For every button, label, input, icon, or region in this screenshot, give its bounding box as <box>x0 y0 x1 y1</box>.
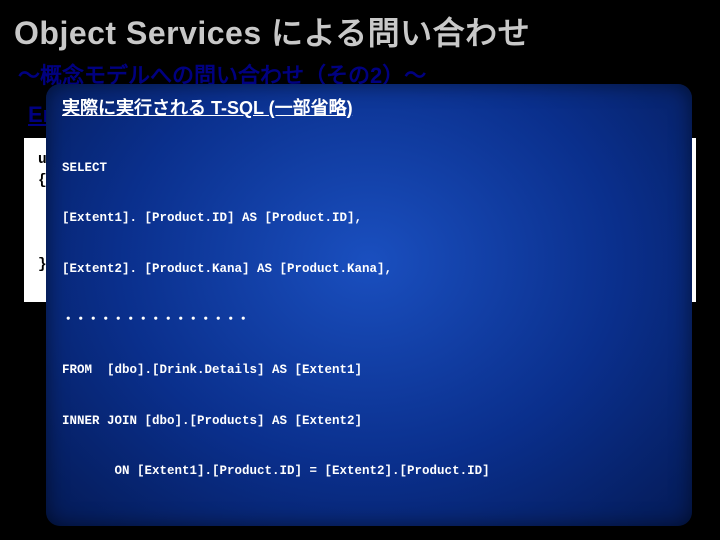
tsql-line: [Extent2]. [Product.Kana] AS [Product.Ka… <box>62 261 676 278</box>
tsql-line: SELECT <box>62 160 676 177</box>
tsql-line: ・・・・・・・・・・・・・・・ <box>62 312 676 329</box>
slide-title: Object Services による問い合わせ <box>0 0 720 54</box>
tsql-panel: 実際に実行される T-SQL (一部省略) SELECT [Extent1]. … <box>46 84 692 526</box>
tsql-code: SELECT [Extent1]. [Product.ID] AS [Produ… <box>62 126 676 514</box>
tsql-line: ON [Extent1].[Product.ID] = [Extent2].[P… <box>62 463 676 480</box>
tsql-line: [Extent1]. [Product.ID] AS [Product.ID], <box>62 210 676 227</box>
tsql-title: 実際に実行される T-SQL (一部省略) <box>62 94 676 120</box>
tsql-line: INNER JOIN [dbo].[Products] AS [Extent2] <box>62 413 676 430</box>
tsql-line: FROM [dbo].[Drink.Details] AS [Extent1] <box>62 362 676 379</box>
